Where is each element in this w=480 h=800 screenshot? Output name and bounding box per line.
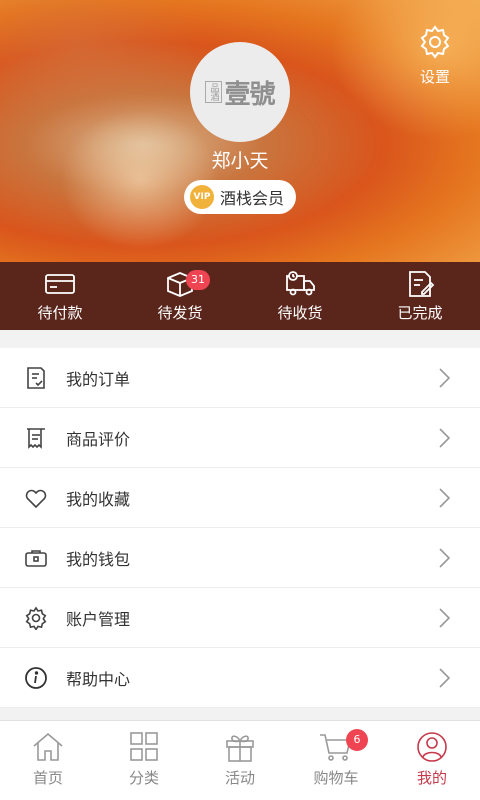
review-receipt-icon (27, 427, 45, 449)
order-status-label: 待付款 (37, 304, 83, 322)
menu-item-wallet[interactable]: 我的钱包 (0, 528, 480, 588)
wallet-icon (25, 549, 47, 567)
account-menu: 我的订单 商品评价 我的收藏 我的钱包 账户管理 帮助中心 (0, 348, 480, 708)
pending-shipment-badge: 31 (186, 270, 210, 290)
menu-item-label: 帮助中心 (66, 669, 131, 689)
menu-item-label: 商品评价 (66, 429, 131, 449)
chevron-right-icon (439, 608, 450, 628)
tab-label: 活动 (224, 769, 255, 787)
tab-label: 我的 (416, 769, 447, 787)
gift-icon (226, 735, 254, 762)
order-status-pending-payment[interactable]: 待付款 (0, 262, 120, 330)
menu-item-label: 账户管理 (66, 609, 131, 629)
chevron-right-icon (439, 548, 450, 568)
order-status-pending-receipt[interactable]: 待收货 (240, 262, 360, 330)
vip-icon: VIP (190, 185, 214, 209)
tab-category[interactable]: 分类 (96, 721, 192, 800)
home-icon (33, 732, 63, 761)
tab-label: 分类 (128, 769, 159, 787)
grid-icon (130, 732, 158, 761)
settings-label: 设置 (419, 68, 450, 86)
gear-icon (420, 25, 450, 59)
menu-item-product-reviews[interactable]: 商品评价 (0, 408, 480, 468)
tab-activity[interactable]: 活动 (192, 721, 288, 800)
profile-header: 设置 品酒 壹號 郑小天 VIP 酒栈会员 (0, 0, 480, 262)
bottom-tab-bar: 首页 分类 活动 购物车 6 我的 (0, 720, 480, 800)
username: 郑小天 (211, 150, 269, 172)
heart-icon (25, 489, 47, 508)
wallet-card-icon (45, 274, 75, 294)
order-status-label: 已完成 (397, 304, 443, 322)
order-status-label: 待发货 (157, 304, 203, 322)
tab-label: 首页 (32, 769, 63, 787)
menu-item-label: 我的订单 (66, 369, 131, 389)
order-list-icon (27, 366, 45, 389)
delivery-truck-icon (286, 271, 315, 296)
avatar[interactable]: 品酒 壹號 (190, 42, 290, 142)
chevron-right-icon (439, 488, 450, 508)
settings-button[interactable]: 设置 (410, 24, 460, 87)
tab-mine[interactable]: 我的 (384, 721, 480, 800)
menu-item-account-management[interactable]: 账户管理 (0, 588, 480, 648)
menu-item-my-orders[interactable]: 我的订单 (0, 348, 480, 408)
member-level-label: 酒栈会员 (220, 189, 285, 208)
cart-count-badge: 6 (346, 729, 368, 751)
menu-item-label: 我的收藏 (66, 489, 131, 509)
menu-item-label: 我的钱包 (66, 549, 131, 569)
order-status-bar: 待付款 待发货 31 待收货 已完成 (0, 262, 480, 330)
chevron-right-icon (439, 428, 450, 448)
order-status-pending-shipment[interactable]: 待发货 31 (120, 262, 240, 330)
chevron-right-icon (439, 668, 450, 688)
avatar-logo-side: 品酒 (205, 81, 223, 103)
member-level-badge[interactable]: VIP 酒栈会员 (184, 180, 296, 214)
user-icon (417, 732, 447, 762)
avatar-logo: 壹號 (224, 79, 275, 110)
menu-item-help-center[interactable]: 帮助中心 (0, 648, 480, 708)
tab-home[interactable]: 首页 (0, 721, 96, 800)
tab-label: 购物车 (313, 769, 359, 787)
order-status-completed[interactable]: 已完成 (360, 262, 480, 330)
order-status-label: 待收货 (277, 304, 323, 322)
tab-cart[interactable]: 购物车 6 (288, 721, 384, 800)
gear-icon (25, 606, 47, 630)
info-icon (25, 666, 47, 689)
chevron-right-icon (439, 368, 450, 388)
completed-document-icon (409, 271, 435, 297)
menu-item-favorites[interactable]: 我的收藏 (0, 468, 480, 528)
